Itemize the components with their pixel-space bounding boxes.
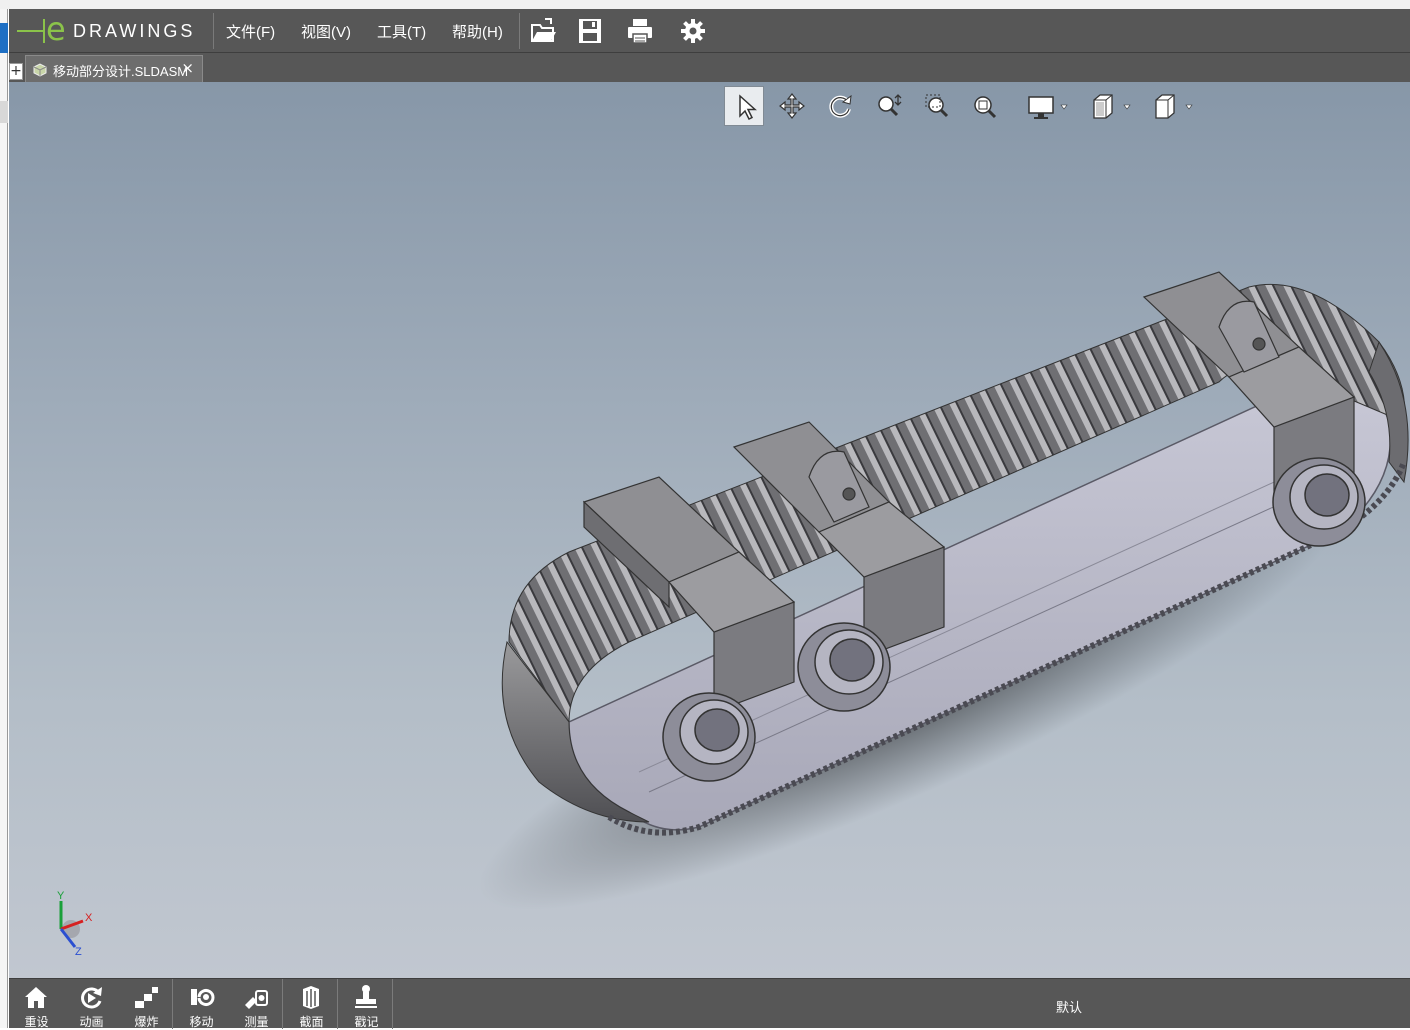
assembly-icon bbox=[32, 62, 48, 77]
settings-icon[interactable] bbox=[677, 15, 709, 47]
logo-letter: e bbox=[46, 10, 66, 48]
edrawings-logo: e DRAWINGS bbox=[13, 10, 213, 51]
menu-help[interactable]: 帮助(H) bbox=[452, 21, 503, 42]
document-tab-bar: + 移动部分设计.SLDASM × bbox=[9, 53, 1410, 82]
close-tab-icon[interactable]: × bbox=[181, 59, 194, 77]
home-icon bbox=[25, 987, 47, 1008]
edrawings-window: e DRAWINGS 文件(F) 视图(V) 工具(T) 帮助(H) + 移动部… bbox=[9, 9, 1410, 1029]
axis-triad: Y X Z bbox=[49, 887, 109, 958]
animate-button[interactable]: 动画 bbox=[64, 979, 119, 1029]
triad-z-label: Z bbox=[75, 946, 82, 957]
save-icon[interactable] bbox=[574, 15, 606, 47]
track-assembly-model[interactable] bbox=[9, 82, 1410, 978]
menu-file[interactable]: 文件(F) bbox=[226, 21, 275, 42]
graphics-viewport[interactable]: Y X Z bbox=[9, 82, 1410, 978]
animate-label: 动画 bbox=[79, 1015, 104, 1029]
move-icon bbox=[191, 989, 215, 1006]
section-icon bbox=[303, 986, 319, 1009]
screen: e DRAWINGS 文件(F) 视图(V) 工具(T) 帮助(H) + 移动部… bbox=[0, 0, 1410, 1029]
desktop-strip bbox=[0, 0, 1410, 9]
left-window-edge bbox=[0, 9, 8, 1028]
stamp-label: 戳记 bbox=[354, 1015, 379, 1029]
section-button[interactable]: 截面 bbox=[284, 979, 339, 1029]
menu-view[interactable]: 视图(V) bbox=[301, 21, 351, 42]
triad-x-label: X bbox=[85, 912, 93, 924]
open-icon[interactable] bbox=[527, 15, 559, 47]
reset-button[interactable]: 重设 bbox=[9, 979, 64, 1029]
title-bar: e DRAWINGS 文件(F) 视图(V) 工具(T) 帮助(H) bbox=[9, 9, 1410, 53]
toolbar-divider bbox=[392, 979, 393, 1029]
toolbar-divider bbox=[172, 979, 173, 1029]
toolbar-divider bbox=[282, 979, 283, 1029]
stamp-icon bbox=[355, 985, 377, 1008]
configuration-name[interactable]: 默认 bbox=[1056, 997, 1082, 1016]
logo-arrow bbox=[17, 30, 43, 32]
logo-bar bbox=[43, 19, 45, 43]
move-label: 移动 bbox=[189, 1015, 214, 1029]
document-tab[interactable]: 移动部分设计.SLDASM × bbox=[25, 55, 203, 82]
explode-button[interactable]: 爆炸 bbox=[119, 979, 174, 1029]
move-button[interactable]: 移动 bbox=[174, 979, 229, 1029]
explode-label: 爆炸 bbox=[134, 1015, 159, 1029]
bottom-toolbar: 重设 动画 爆炸 移动 测量 截面 戳记 默认 bbox=[9, 978, 1410, 1029]
section-label: 截面 bbox=[299, 1015, 324, 1029]
menu-tools[interactable]: 工具(T) bbox=[377, 21, 426, 42]
print-icon[interactable] bbox=[624, 15, 656, 47]
new-tab-button[interactable]: + bbox=[9, 63, 23, 80]
reset-label: 重设 bbox=[24, 1015, 49, 1029]
document-tab-title: 移动部分设计.SLDASM bbox=[53, 64, 189, 79]
measure-icon bbox=[245, 990, 268, 1009]
menu-separator bbox=[213, 13, 214, 49]
toolbar-separator bbox=[519, 13, 520, 49]
left-edge-block bbox=[0, 101, 8, 123]
triad-y-label: Y bbox=[57, 890, 65, 902]
toolbar-divider bbox=[337, 979, 338, 1029]
left-edge-highlight bbox=[0, 23, 8, 53]
explode-icon bbox=[135, 987, 158, 1008]
stamp-button[interactable]: 戳记 bbox=[339, 979, 394, 1029]
logo-wordmark: DRAWINGS bbox=[73, 21, 196, 41]
animate-icon bbox=[81, 987, 102, 1009]
measure-label: 测量 bbox=[244, 1015, 269, 1029]
measure-button[interactable]: 测量 bbox=[229, 979, 284, 1029]
